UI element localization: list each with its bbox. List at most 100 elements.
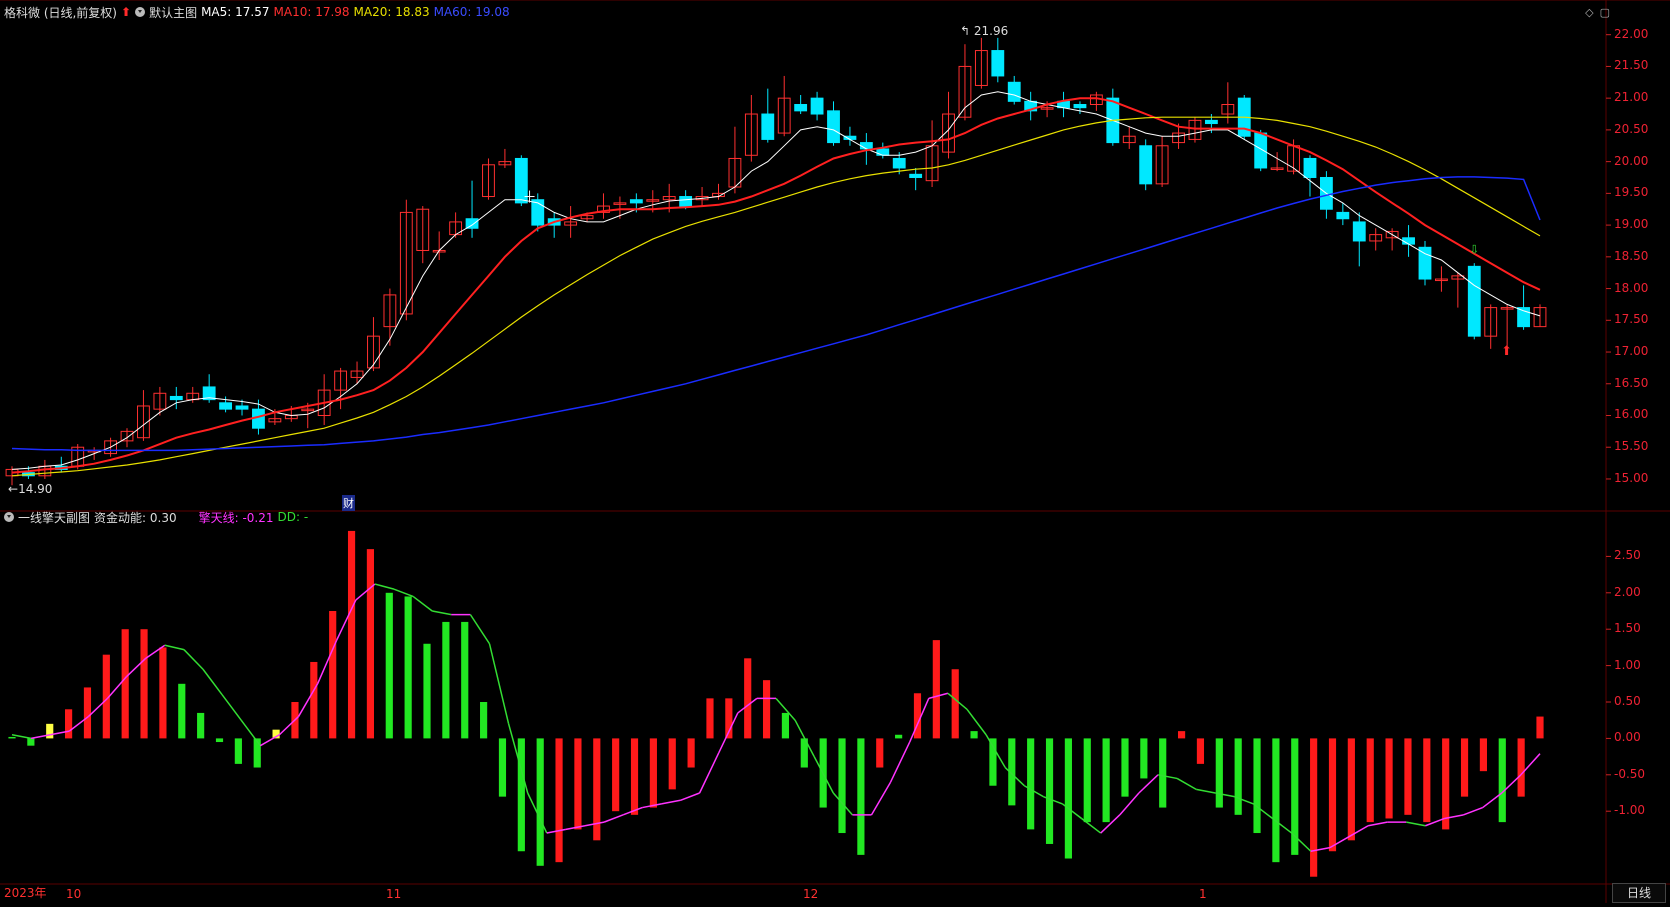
momentum-bar xyxy=(1498,738,1506,823)
diamond-icon[interactable]: ◇ xyxy=(1585,6,1593,19)
qingtian-line-segment xyxy=(393,588,414,598)
momentum-bar xyxy=(536,738,544,866)
momentum-bar xyxy=(1404,738,1412,815)
momentum-bar xyxy=(649,738,657,808)
main-y-tick-label: 15.50 xyxy=(1614,439,1649,454)
main-y-tick-label: 17.00 xyxy=(1614,344,1649,359)
qingtian-line-segment xyxy=(1367,821,1388,827)
candle-body xyxy=(859,142,873,150)
qingtian-line-label: 擎天线: -0.21 xyxy=(198,510,274,525)
momentum-bar xyxy=(1328,738,1337,852)
momentum-bar xyxy=(951,669,959,739)
qingtian-line-segment xyxy=(469,614,491,645)
momentum-bar xyxy=(1045,738,1054,844)
main-y-tick-label: 21.00 xyxy=(1614,90,1649,105)
qingtian-line-segment xyxy=(1196,788,1216,794)
main-y-tick-label: 16.00 xyxy=(1614,407,1649,422)
candle-body xyxy=(235,405,249,410)
ma-line-ma5 xyxy=(11,91,1541,470)
stock-title[interactable]: 格科微 (日线,前复权) xyxy=(4,4,117,21)
momentum-bar xyxy=(1310,738,1318,877)
momentum-bar xyxy=(1159,738,1167,808)
candle-body xyxy=(909,173,923,178)
momentum-bar xyxy=(1196,738,1205,764)
high-price-label: ↰ 21.96 xyxy=(960,24,1009,38)
momentum-bar xyxy=(1517,738,1525,797)
candle-body xyxy=(1352,221,1366,242)
qingtian-line-segment xyxy=(1081,817,1102,834)
period-tab-daily[interactable]: 日线 xyxy=(1612,883,1666,903)
momentum-bar xyxy=(1140,738,1148,779)
x-label-nov: 11 xyxy=(386,887,402,901)
momentum-bar xyxy=(178,683,186,739)
momentum-bar xyxy=(876,738,884,768)
down-signal-icon: ⇩ xyxy=(1469,243,1479,257)
momentum-bar xyxy=(366,549,375,739)
momentum-bar xyxy=(121,629,129,739)
main-y-tick-label: 17.50 xyxy=(1614,312,1649,327)
ma60-label: MA60: 19.08 xyxy=(433,5,510,19)
candle-body xyxy=(1204,119,1218,125)
sub-chart-header: 一线擎天副图 资金动能: 0.30 擎天线: -0.21 DD: - xyxy=(4,507,308,527)
main-y-tick-label: 15.00 xyxy=(1614,470,1649,485)
dropdown-circle-icon[interactable] xyxy=(135,7,146,17)
momentum-bar xyxy=(932,640,940,739)
qingtian-line-segment xyxy=(870,781,892,816)
momentum-bar xyxy=(1423,738,1431,823)
finance-marker[interactable]: 财 xyxy=(342,495,355,511)
qingtian-line-segment xyxy=(221,694,242,721)
sub-y-tick-label: 0.00 xyxy=(1614,730,1641,745)
momentum-bar xyxy=(404,596,412,739)
momentum-bar xyxy=(8,736,16,739)
dd-label: DD: - xyxy=(277,510,309,524)
qingtian-line-segment xyxy=(1406,821,1426,827)
qingtian-line-segment xyxy=(374,583,395,590)
ma10-label: MA10: 17.98 xyxy=(273,5,350,19)
qingtian-line-segment xyxy=(488,643,510,725)
sub-dropdown-circle-icon[interactable] xyxy=(4,512,14,522)
candle-body xyxy=(1336,211,1350,220)
low-price-label: ←14.90 xyxy=(8,482,53,496)
main-y-tick-label: 16.50 xyxy=(1614,375,1649,390)
momentum-bar xyxy=(1442,738,1450,830)
sub-y-tick-label: 0.50 xyxy=(1614,694,1641,708)
main-chart-label[interactable]: 默认主图 xyxy=(149,4,197,21)
momentum-bar xyxy=(197,712,205,739)
qingtian-line-segment xyxy=(164,644,185,651)
main-y-tick-label: 19.50 xyxy=(1614,185,1649,200)
main-y-tick-label: 18.00 xyxy=(1614,280,1649,295)
main-y-tick-label: 21.50 xyxy=(1614,58,1649,73)
candle-body xyxy=(1254,132,1268,169)
qingtian-line-segment xyxy=(698,752,720,794)
qingtian-line-segment xyxy=(966,708,987,736)
momentum-bar xyxy=(310,661,318,739)
qingtian-line-segment xyxy=(1463,806,1483,816)
momentum-bar xyxy=(687,738,695,768)
momentum-bar xyxy=(46,723,54,739)
sub-y-tick-label: 1.00 xyxy=(1614,657,1641,672)
momentum-bar xyxy=(857,738,865,855)
qingtian-line-segment xyxy=(259,734,280,747)
stock-chart-window: ⇩ ⬆ 格科微 (日线,前复权) ⬆ 默认主图 MA5: 17.57 MA10: … xyxy=(0,0,1670,903)
momentum-bar xyxy=(744,658,752,739)
box-icon[interactable]: ▢ xyxy=(1600,6,1610,19)
x-label-dec: 12 xyxy=(803,887,819,901)
sub-chart-title[interactable]: 一线擎天副图 xyxy=(18,509,90,526)
candle-body xyxy=(1303,157,1317,178)
momentum-bar xyxy=(1366,738,1374,823)
momentum-bar xyxy=(347,530,356,739)
momentum-bar xyxy=(668,738,676,790)
momentum-bar xyxy=(1234,738,1242,815)
sub-y-tick-label: -0.50 xyxy=(1614,766,1646,781)
candle-body xyxy=(761,113,775,140)
momentum-bar xyxy=(1027,738,1035,830)
momentum-bar xyxy=(1385,738,1393,819)
momentum-bar xyxy=(1064,738,1072,859)
momentum-bar xyxy=(1479,738,1487,772)
x-label-oct: 10 xyxy=(66,887,82,901)
chart-canvas[interactable]: ⇩⬆ xyxy=(0,0,1670,903)
momentum-bar xyxy=(1460,738,1469,797)
momentum-bar xyxy=(1121,738,1129,797)
main-chart-header: 格科微 (日线,前复权) ⬆ 默认主图 MA5: 17.57 MA10: 17.… xyxy=(4,2,510,22)
momentum-bar xyxy=(1102,738,1110,823)
